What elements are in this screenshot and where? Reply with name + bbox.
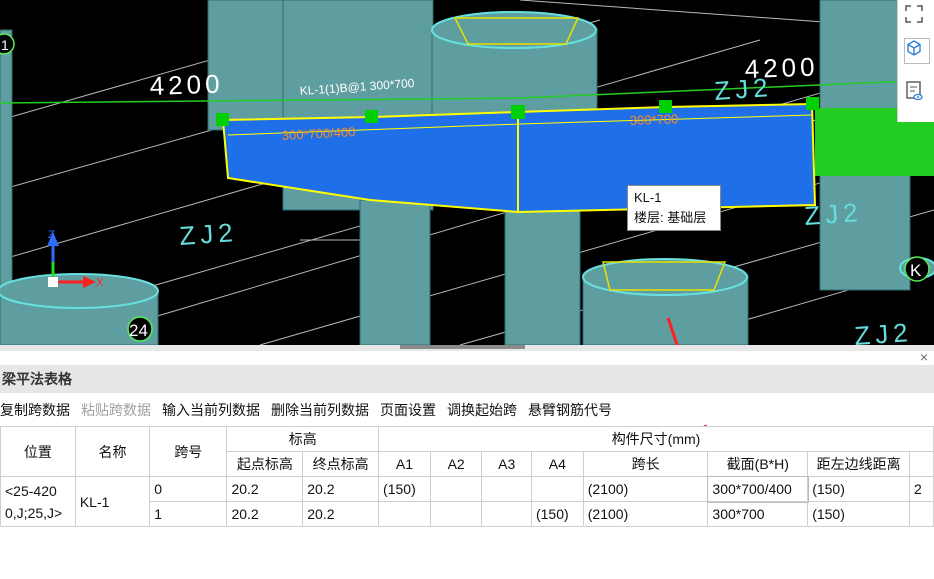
cell-a3[interactable] (481, 501, 532, 527)
header-a1[interactable]: A1 (378, 451, 431, 477)
cell-position[interactable]: <25-420 0,J;25,J> (0, 476, 76, 527)
cell-overflow[interactable]: 2 (909, 476, 934, 502)
beam-section-right: 300*700 (630, 111, 679, 128)
cell-left-distance[interactable]: (150) (807, 476, 911, 502)
cell-span-no[interactable]: 1 (149, 501, 228, 527)
svg-text:Z: Z (48, 229, 55, 241)
tooltip-floor: 楼层: 基础层 (634, 210, 707, 225)
header-left-distance[interactable]: 距左边线距离 (807, 451, 911, 477)
view-toolbar (897, 0, 934, 122)
header-start-elev[interactable]: 起点标高 (226, 451, 304, 477)
header-span-length[interactable]: 跨长 (582, 451, 709, 477)
cell-span-no[interactable]: 0 (149, 476, 228, 502)
cell-span-length[interactable]: (2100) (582, 476, 709, 502)
splitter-grip[interactable] (400, 345, 525, 349)
axis-label-zj2-right: ZJ2 (803, 197, 863, 231)
tooltip-name: KL-1 (634, 190, 662, 205)
cell-a2[interactable] (429, 476, 483, 502)
cell-a1[interactable]: (150) (378, 476, 431, 502)
cell-overflow[interactable] (909, 501, 934, 527)
axis-label-zj2-mid: ZJ2 (853, 317, 913, 345)
cell-start-elev[interactable]: 20.2 (226, 501, 304, 527)
cell-a1[interactable] (378, 501, 431, 527)
fullscreen-icon[interactable] (904, 4, 928, 28)
svg-text:X: X (96, 277, 104, 289)
page-setup-button[interactable]: 页面设置 (380, 399, 436, 421)
header-overflow (909, 451, 934, 477)
header-section[interactable]: 截面(B*H) (707, 451, 809, 477)
cell-name[interactable]: KL-1 (74, 476, 151, 527)
axis-label-zj2-upper: ZJ2 (713, 72, 773, 106)
close-icon[interactable]: × (920, 349, 928, 365)
axis-label-zj2-left: ZJ2 (178, 217, 238, 251)
table-row[interactable]: <25-420 0,J;25,J> KL-1 0 20.2 20.2 (150)… (0, 475, 934, 527)
header-a4[interactable]: A4 (530, 451, 584, 477)
copy-span-data-button[interactable]: 复制跨数据 (0, 399, 70, 421)
cell-section[interactable]: 300*700/400 (706, 475, 809, 503)
beam-table: 位置 名称 跨号 标高 构件尺寸(mm) 起点标高 终点标高 A1 A2 A3 … (0, 426, 934, 527)
cell-section[interactable]: 300*700 (707, 501, 809, 527)
header-elevation[interactable]: 标高 (226, 426, 380, 452)
cell-a3[interactable] (481, 476, 532, 502)
header-end-elev[interactable]: 终点标高 (302, 451, 380, 477)
grid-bubble-1-label: 1 (1, 37, 9, 53)
panel-splitter[interactable] (0, 345, 934, 351)
cell-a4[interactable] (530, 476, 584, 502)
input-column-data-button[interactable]: 输入当前列数据 (162, 399, 260, 421)
cell-end-elev[interactable]: 20.2 (302, 476, 380, 502)
cantilever-rebar-code-button[interactable]: 悬臂钢筋代号 (528, 399, 612, 421)
cell-left-distance[interactable]: (150) (807, 501, 911, 527)
header-position[interactable]: 位置 (0, 426, 76, 477)
element-tooltip: KL-1 楼层: 基础层 (627, 185, 721, 231)
swap-start-span-button[interactable]: 调换起始跨 (447, 399, 517, 421)
header-a2[interactable]: A2 (429, 451, 483, 477)
grid-bubble-k-label: K (910, 261, 922, 280)
panel-title: 梁平法表格 (0, 365, 934, 393)
cell-a4[interactable]: (150) (530, 501, 584, 527)
paste-span-data-button[interactable]: 粘贴跨数据 (81, 399, 151, 421)
cell-end-elev[interactable]: 20.2 (302, 501, 380, 527)
header-span-no[interactable]: 跨号 (149, 426, 228, 477)
delete-column-data-button[interactable]: 删除当前列数据 (271, 399, 369, 421)
panel-toolbar: 复制跨数据 粘贴跨数据 输入当前列数据 删除当前列数据 页面设置 调换起始跨 悬… (0, 399, 623, 421)
cube-icon[interactable] (904, 38, 930, 64)
scene-canvas[interactable]: 4200 4200 KL-1(1)B@1 300*700 300*700/400… (0, 0, 934, 345)
header-a3[interactable]: A3 (481, 451, 532, 477)
header-name[interactable]: 名称 (74, 426, 151, 477)
header-dimensions[interactable]: 构件尺寸(mm) (378, 426, 934, 452)
dimension-left: 4200 (149, 68, 224, 101)
cell-span-length[interactable]: (2100) (582, 501, 709, 527)
3d-viewport[interactable]: 4200 4200 KL-1(1)B@1 300*700 300*700/400… (0, 0, 934, 345)
cell-a2[interactable] (429, 501, 483, 527)
cell-start-elev[interactable]: 20.2 (226, 476, 304, 502)
grid-bubble-24-label: 24 (129, 321, 148, 340)
layers-eye-icon[interactable] (904, 80, 928, 104)
